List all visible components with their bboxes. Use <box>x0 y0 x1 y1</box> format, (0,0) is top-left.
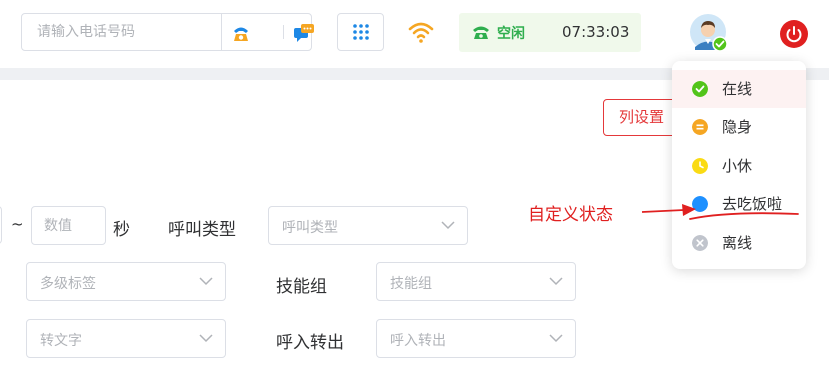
logout-button[interactable] <box>780 20 808 48</box>
call-type-select[interactable]: 呼叫类型 <box>268 206 468 245</box>
status-item-break[interactable]: 小休 <box>672 147 806 185</box>
status-item-label: 离线 <box>722 234 753 252</box>
skill-group-label: 技能组 <box>276 277 327 297</box>
clock-icon <box>692 158 708 174</box>
select-placeholder: 多级标签 <box>40 276 96 292</box>
user-avatar-icon <box>690 14 728 52</box>
avatar[interactable] <box>690 14 728 52</box>
status-item-offline[interactable]: 离线 <box>672 224 806 262</box>
apps-button[interactable] <box>337 13 384 51</box>
status-item-label: 在线 <box>722 80 753 98</box>
phone-number-input[interactable] <box>22 14 221 50</box>
power-icon <box>780 20 808 48</box>
skill-group-select[interactable]: 技能组 <box>376 262 576 301</box>
select-placeholder: 技能组 <box>390 276 432 292</box>
chevron-down-icon <box>549 334 563 343</box>
x-icon <box>692 235 708 251</box>
select-placeholder: 呼入转出 <box>390 333 446 349</box>
check-icon <box>692 81 708 97</box>
telephone-icon <box>234 27 248 41</box>
annotation-underline <box>689 212 799 220</box>
chevron-down-icon <box>199 334 213 343</box>
call-phone-button[interactable] <box>228 20 254 46</box>
status-item-label: 小休 <box>722 157 753 175</box>
inbound-transfer-select[interactable]: 呼入转出 <box>376 319 576 358</box>
divider <box>221 14 222 50</box>
status-item-online[interactable]: 在线 <box>672 70 806 108</box>
multi-level-tag-select[interactable]: 多级标签 <box>26 262 226 301</box>
call-type-label: 呼叫类型 <box>168 220 236 240</box>
divider <box>283 25 284 39</box>
annotation-label: 自定义状态 <box>528 205 613 225</box>
status-item-invisible[interactable]: 隐身 <box>672 108 806 146</box>
agent-status-label: 空闲 <box>497 26 525 42</box>
transcription-select[interactable]: 转文字 <box>26 319 226 358</box>
chat-bubble-icon <box>294 24 314 42</box>
dial-group <box>21 13 314 51</box>
chevron-down-icon <box>441 221 455 230</box>
select-placeholder: 转文字 <box>40 333 82 349</box>
inbound-transfer-label: 呼入转出 <box>276 333 344 353</box>
chevron-down-icon <box>549 277 563 286</box>
grid-icon <box>352 24 369 40</box>
duration-max-input[interactable] <box>31 206 106 245</box>
agent-status-panel: 空闲 07:33:03 <box>459 13 641 52</box>
wifi-signal-icon <box>408 22 434 43</box>
status-item-label: 隐身 <box>722 118 753 136</box>
phone-icon <box>473 26 489 39</box>
status-menu: 在线 隐身 小休 去吃饭啦 离线 <box>672 61 806 269</box>
status-timer: 07:33:03 <box>562 23 630 41</box>
top-bar: 空闲 07:33:03 <box>0 0 829 68</box>
range-separator: ~ <box>11 215 24 233</box>
seconds-unit-label: 秒 <box>113 220 130 240</box>
duration-min-input[interactable] <box>0 206 2 244</box>
select-placeholder: 呼叫类型 <box>282 220 338 236</box>
equals-icon <box>692 119 708 135</box>
chevron-down-icon <box>199 277 213 286</box>
message-button[interactable] <box>291 20 317 46</box>
